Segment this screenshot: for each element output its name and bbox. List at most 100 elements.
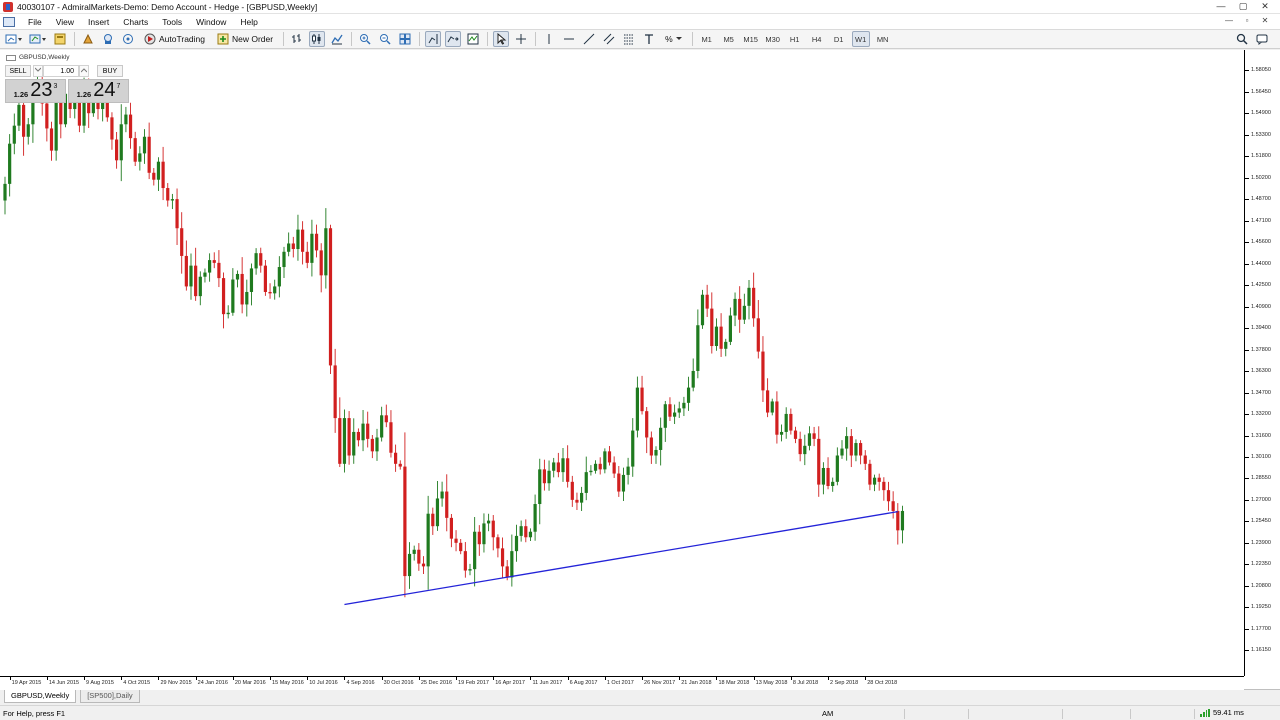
tab-sp500-daily[interactable]: [SP500],Daily: [80, 690, 140, 703]
menu-tools[interactable]: Tools: [155, 17, 189, 27]
navigator-button[interactable]: [80, 31, 96, 47]
chart-window-icon[interactable]: [3, 16, 15, 27]
time-tick: [158, 677, 160, 680]
bull-candle: [779, 431, 784, 435]
chart-window[interactable]: 1.58050 1.56450 1.54900 1.53300 1.51800 1.502…: [0, 50, 1280, 690]
bear-candle: [798, 438, 802, 455]
indicators-button[interactable]: [465, 31, 481, 47]
equidistant-channel-tool-button[interactable]: [601, 31, 617, 47]
new-chart-button[interactable]: [4, 31, 24, 47]
zoom-in-button[interactable]: [357, 31, 373, 47]
bear-candle: [22, 104, 26, 137]
tile-windows-button[interactable]: [397, 31, 413, 47]
text-tool-button[interactable]: [641, 31, 657, 47]
price-tick-label: 1.53300: [1251, 132, 1271, 139]
close-button[interactable]: ✕: [1254, 0, 1276, 13]
toolbar-separator: [419, 32, 421, 46]
bull-candle: [538, 469, 542, 505]
minimize-button[interactable]: —: [1210, 0, 1232, 13]
sell-price-button[interactable]: 1.26 23 3: [5, 79, 66, 103]
price-tick: [1245, 456, 1249, 458]
bull-candle: [673, 412, 677, 417]
candlestick-chart-button[interactable]: [309, 31, 326, 47]
timeframe-mn[interactable]: MN: [874, 31, 892, 47]
bear-candle: [49, 128, 54, 151]
chart-plot-area[interactable]: [0, 50, 1244, 676]
arrows-tool-button[interactable]: %: [661, 31, 686, 47]
chart-minimize-button[interactable]: —: [1222, 15, 1236, 27]
fibonacci-tool-button[interactable]: [621, 31, 637, 47]
new-order-button[interactable]: New Order: [213, 31, 277, 47]
vertical-line-tool-button[interactable]: [541, 31, 557, 47]
cursor-tool-button[interactable]: [493, 31, 510, 47]
menu-window[interactable]: Window: [189, 17, 233, 27]
chart-shift-button[interactable]: [425, 31, 442, 47]
timeframe-w1[interactable]: W1: [851, 31, 870, 47]
bear-candle: [398, 463, 402, 467]
buy-price-button[interactable]: 1.26 24 7: [68, 79, 129, 103]
timeframe-h1[interactable]: H1: [786, 31, 804, 47]
sell-price-prefix: 1.26: [13, 90, 29, 99]
toolbar-separator: [535, 32, 537, 46]
chat-button[interactable]: [1254, 31, 1270, 47]
crosshair-tool-button[interactable]: [513, 31, 529, 47]
chart-close-button[interactable]: ✕: [1258, 15, 1272, 27]
price-tick-label: 1.16150: [1251, 647, 1271, 654]
menu-insert[interactable]: Insert: [81, 17, 116, 27]
volume-decrease-button[interactable]: [33, 65, 43, 77]
price-axis[interactable]: 1.58050 1.56450 1.54900 1.53300 1.51800 1.502…: [1244, 50, 1280, 676]
timeframe-m30[interactable]: M30: [764, 31, 782, 47]
buy-button[interactable]: BUY: [97, 65, 123, 77]
bull-candle: [487, 520, 491, 524]
trendline-tool-button[interactable]: [581, 31, 597, 47]
timeframe-m1[interactable]: M1: [698, 31, 716, 47]
candlestick-chart[interactable]: [0, 50, 1244, 676]
strategy-tester-button[interactable]: [120, 31, 136, 47]
bear-candle: [607, 451, 612, 463]
timeframe-d1[interactable]: D1: [830, 31, 848, 47]
bar-chart-button[interactable]: [289, 31, 305, 47]
bull-candle: [626, 466, 630, 475]
volume-increase-button[interactable]: [79, 65, 89, 77]
menu-charts[interactable]: Charts: [116, 17, 155, 27]
bear-candle: [328, 228, 333, 366]
time-axis[interactable]: 19 Apr 2015 14 Jun 2015 9 Aug 2015 4 Oct 20…: [0, 676, 1244, 690]
price-tick: [1245, 221, 1249, 223]
bull-candle: [380, 415, 384, 438]
zoom-out-button[interactable]: [377, 31, 393, 47]
maximize-button[interactable]: ▢: [1232, 0, 1254, 13]
line-chart-icon: [331, 34, 343, 45]
bear-candle: [859, 443, 863, 456]
timeframe-m15[interactable]: M15: [742, 31, 760, 47]
search-button[interactable]: [1234, 31, 1250, 47]
timeframe-h4[interactable]: H4: [808, 31, 826, 47]
bull-candle: [342, 418, 347, 464]
bull-candle: [696, 325, 700, 371]
profiles-button[interactable]: [28, 31, 48, 47]
price-tick-label: 1.54900: [1251, 110, 1271, 117]
horizontal-line-tool-button[interactable]: [561, 31, 577, 47]
bull-candle: [324, 228, 328, 276]
bear-candle: [314, 233, 319, 251]
bull-candle: [189, 265, 193, 287]
autotrading-button[interactable]: AutoTrading: [140, 31, 209, 47]
timeframe-m5[interactable]: M5: [720, 31, 738, 47]
connection-status[interactable]: 59.41 ms: [1200, 708, 1244, 717]
menu-help[interactable]: Help: [233, 17, 264, 27]
bull-candle: [138, 153, 142, 162]
menu-view[interactable]: View: [49, 17, 81, 27]
bull-candle: [282, 251, 286, 268]
time-tick-label: 11 Jun 2017: [532, 680, 563, 686]
line-chart-button[interactable]: [329, 31, 345, 47]
market-watch-button[interactable]: [52, 31, 68, 47]
time-tick-label: 29 Nov 2015: [160, 680, 192, 686]
auto-scroll-button[interactable]: [445, 31, 462, 47]
chart-restore-button[interactable]: ▫: [1240, 15, 1254, 27]
status-separator: [1194, 709, 1195, 719]
tab-gbpusd-weekly[interactable]: GBPUSD,Weekly: [4, 690, 77, 703]
vertical-line-icon: [548, 34, 550, 44]
terminal-button[interactable]: [100, 31, 116, 47]
volume-input[interactable]: 1.00: [43, 65, 79, 77]
sell-button[interactable]: SELL: [5, 65, 31, 77]
menu-file[interactable]: File: [21, 17, 49, 27]
